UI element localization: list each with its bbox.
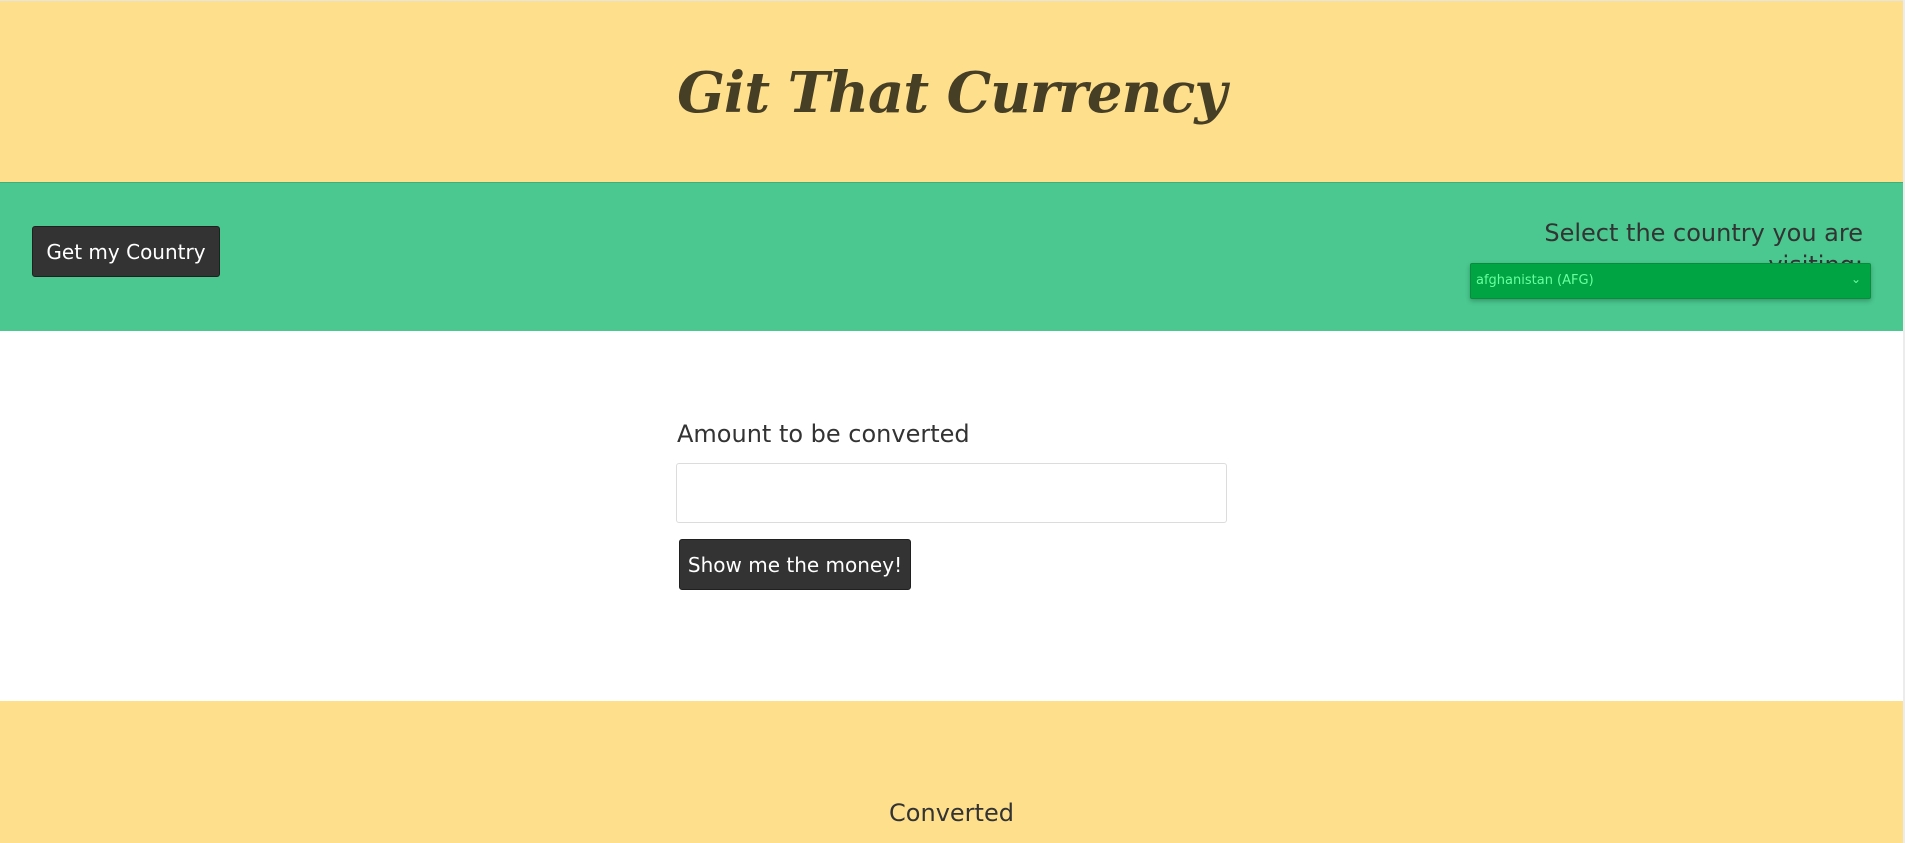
country-select-value: afghanistan (AFG) (1476, 273, 1594, 288)
chevron-down-icon: ⌄ (1850, 272, 1862, 286)
app-title: Git That Currency (677, 60, 1227, 126)
show-me-the-money-button[interactable]: Show me the money! (679, 539, 911, 590)
amount-label: Amount to be converted (677, 420, 970, 448)
result-section: Converted (0, 701, 1903, 843)
header: Git That Currency (0, 0, 1903, 182)
get-my-country-button[interactable]: Get my Country (32, 226, 220, 277)
country-select[interactable]: afghanistan (AFG) ⌄ (1470, 263, 1871, 299)
country-controls: Get my Country Select the country you ar… (0, 182, 1903, 331)
page: Git That Currency Get my Country Select … (0, 0, 1905, 843)
converted-label: Converted (889, 799, 1014, 827)
converter-form: Amount to be converted Show me the money… (0, 331, 1903, 701)
amount-input[interactable] (676, 463, 1227, 523)
